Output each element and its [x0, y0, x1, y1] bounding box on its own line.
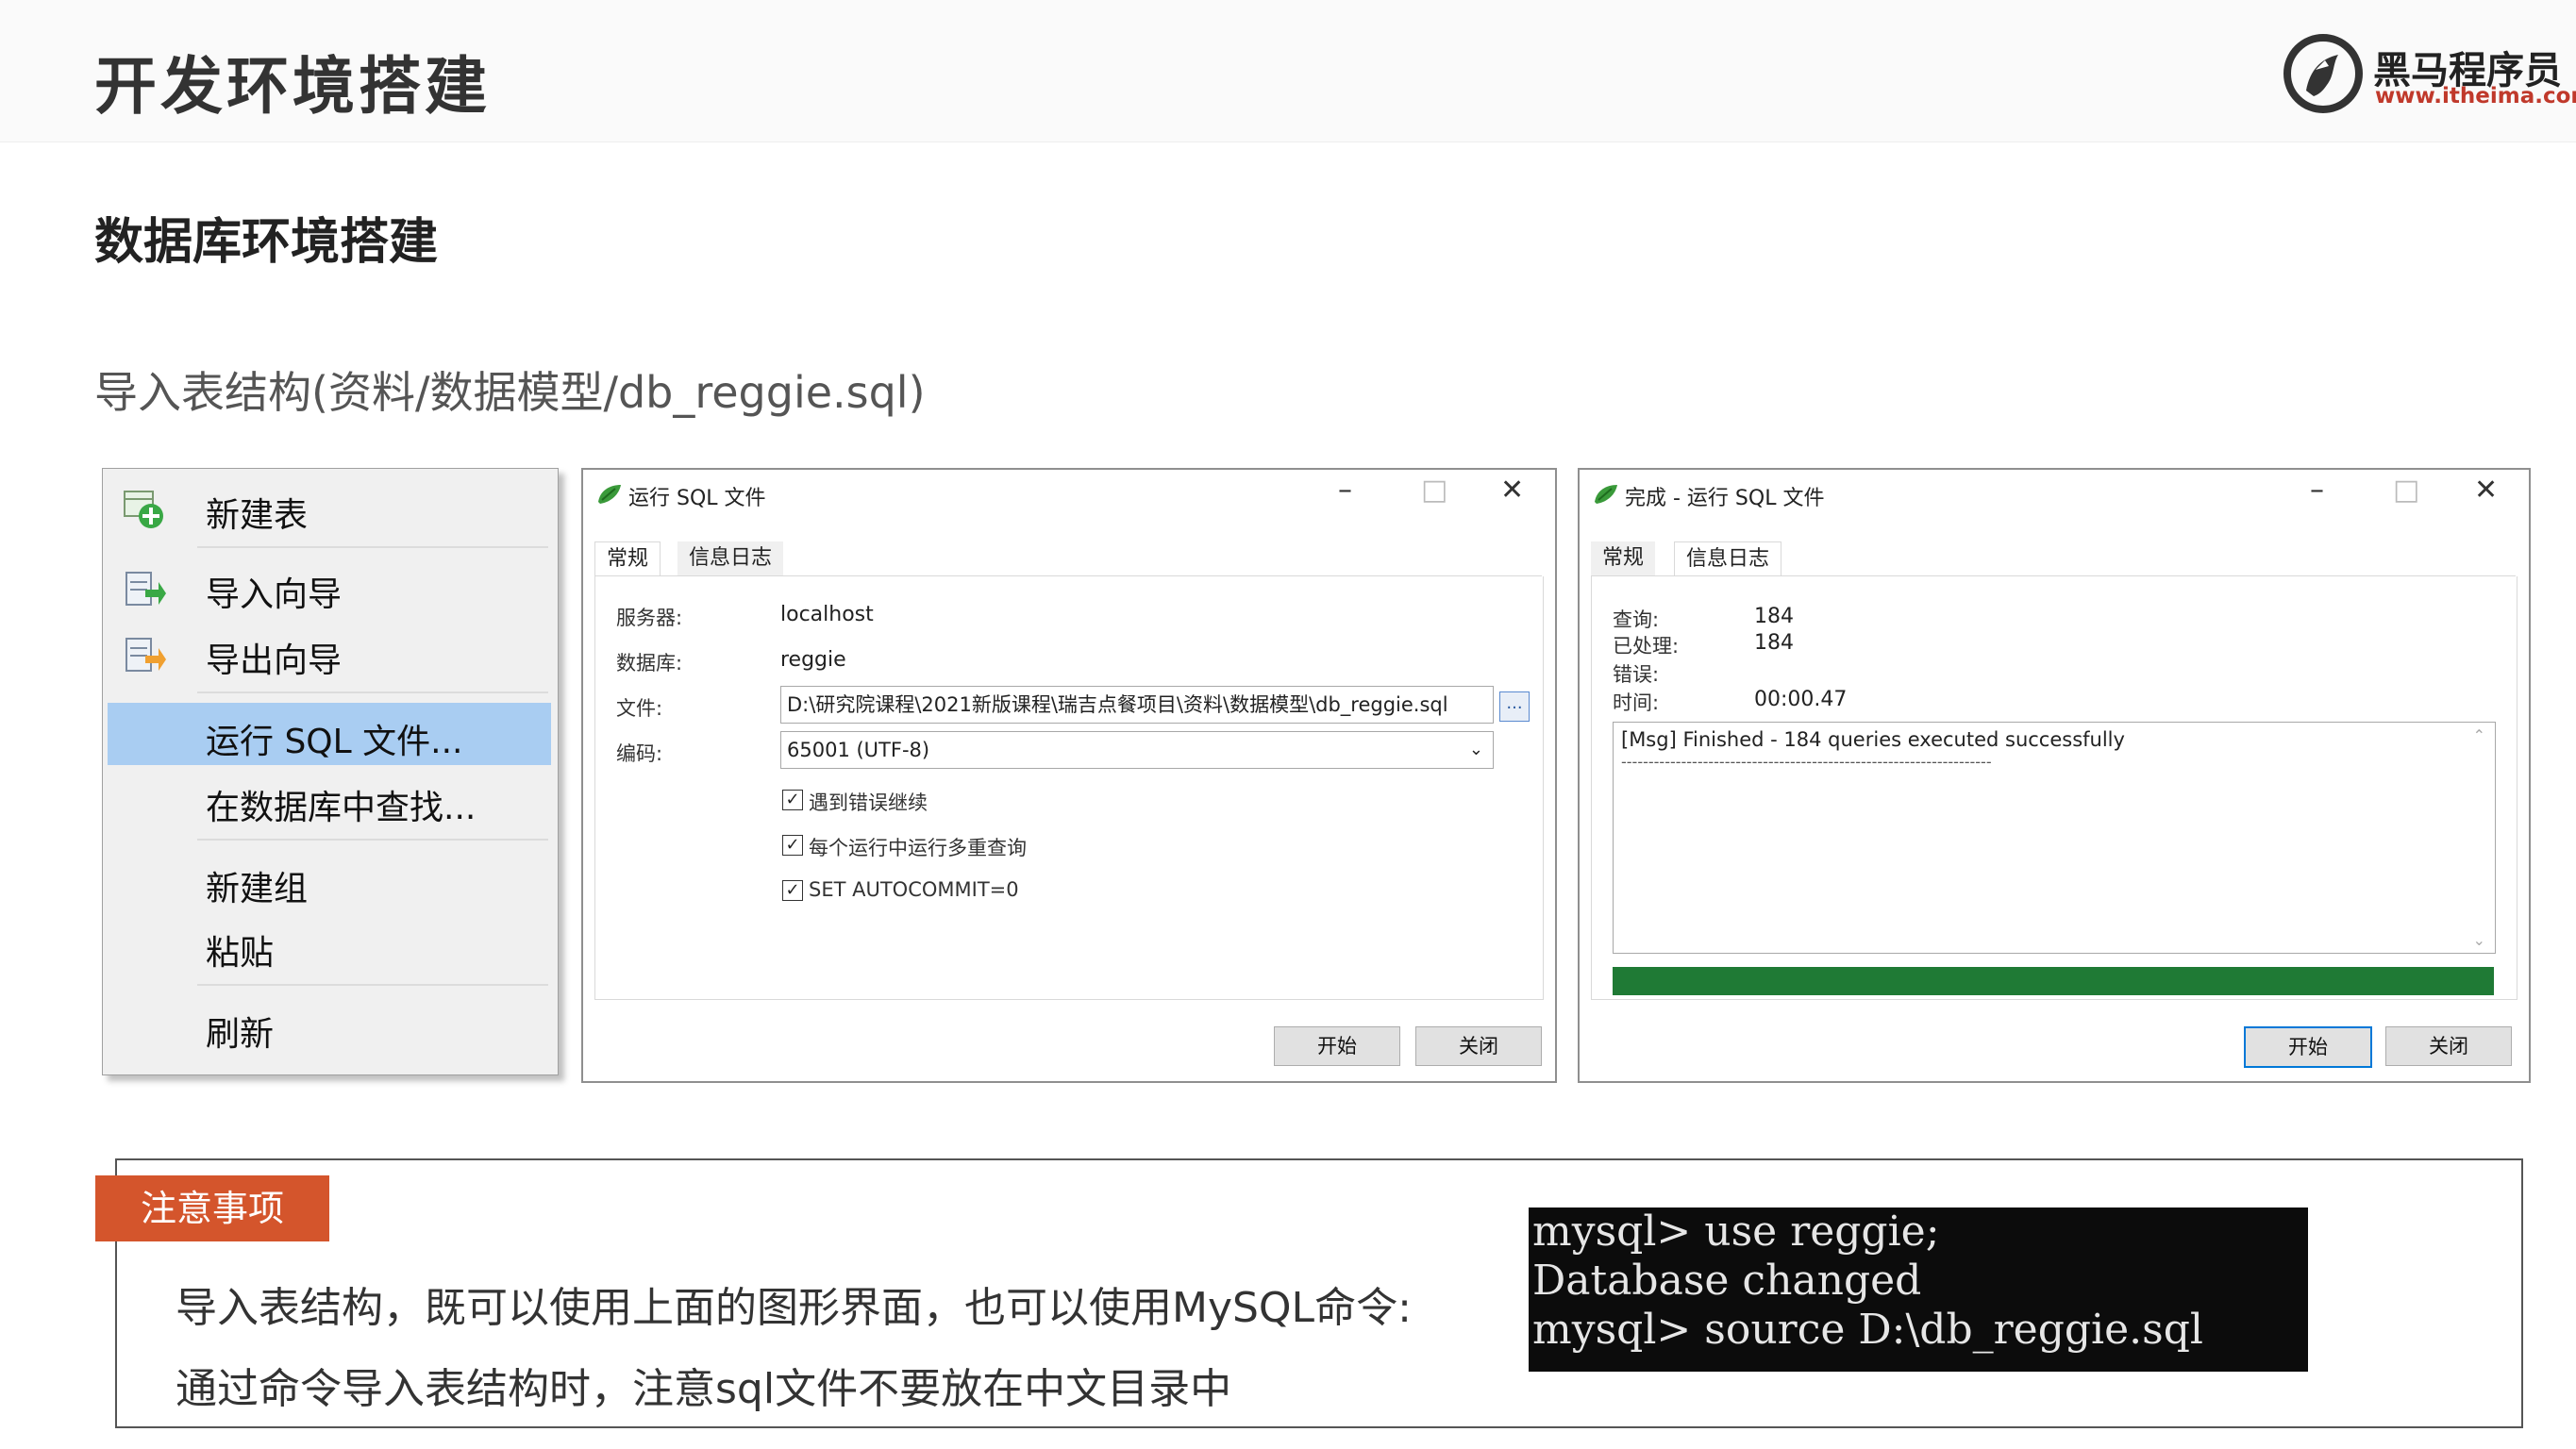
autocommit-checkbox[interactable]: ✓ [782, 880, 803, 901]
log-line: [Msg] Finished - 184 queries executed su… [1621, 728, 2125, 751]
context-menu: 新建表 导入向导 导出向导 运行 SQL 文件... 在数据库中查找... 新建… [102, 468, 559, 1075]
menu-item-label: 导出向导 [206, 641, 343, 680]
menu-separator [197, 984, 548, 986]
tab-general[interactable]: 常规 [1591, 541, 1656, 577]
general-panel: 服务器: localhost 数据库: reggie 文件: D:\研究院课程\… [594, 576, 1544, 1000]
encoding-value: 65001 (UTF-8) [787, 739, 930, 761]
menu-item-label: 新建表 [206, 496, 309, 535]
terminal-line: Database changed [1532, 1257, 1922, 1305]
maximize-icon[interactable]: □ [2393, 474, 2419, 507]
menu-item-import-wizard[interactable]: 导入向导 [108, 556, 551, 618]
table-add-icon [124, 491, 163, 528]
close-icon[interactable]: ✕ [2474, 474, 2498, 507]
menu-item-refresh[interactable]: 刷新 [108, 995, 551, 1058]
log-output[interactable]: [Msg] Finished - 184 queries executed su… [1613, 722, 2496, 954]
query-value: 184 [1754, 605, 1794, 628]
server-value: localhost [780, 603, 874, 626]
logo-url: www.itheima.com [2375, 84, 2576, 108]
export-wizard-icon [125, 638, 166, 672]
info-log-panel: 查询: 184 已处理: 184 错误: 时间: 00:00.47 [Msg] … [1591, 576, 2517, 1000]
log-separator: ----------------------------------------… [1621, 753, 1992, 771]
subtitle: 导入表结构(资料/数据模型/db_reggie.sql) [94, 367, 926, 418]
start-button[interactable]: 开始 [1274, 1026, 1400, 1066]
dialog-title: 完成 - 运行 SQL 文件 [1625, 487, 1825, 510]
menu-separator [197, 546, 548, 548]
server-label: 服务器: [616, 607, 683, 629]
menu-item-paste[interactable]: 粘贴 [108, 914, 551, 976]
encoding-label: 编码: [616, 742, 663, 765]
menu-separator [197, 691, 548, 693]
minimize-icon[interactable]: – [1338, 474, 1352, 507]
tab-info-log[interactable]: 信息日志 [1674, 541, 1782, 578]
continue-on-error-label: 遇到错误继续 [809, 791, 928, 814]
tab-general[interactable]: 常规 [594, 541, 661, 578]
navicat-leaf-icon [598, 485, 621, 504]
menu-item-label: 新建组 [206, 870, 309, 908]
file-path-field[interactable]: D:\研究院课程\2021新版课程\瑞吉点餐项目\资料\数据模型\db_regg… [780, 686, 1494, 724]
continue-on-error-checkbox[interactable]: ✓ [782, 790, 803, 810]
note-line-1: 导入表结构，既可以使用上面的图形界面，也可以使用MySQL命令: [176, 1284, 1412, 1332]
error-label: 错误: [1613, 663, 1660, 686]
close-button[interactable]: 关闭 [1415, 1026, 1542, 1066]
encoding-select[interactable]: 65001 (UTF-8) ⌄ [780, 731, 1494, 769]
minimize-icon[interactable]: – [2310, 474, 2324, 507]
menu-item-run-sql-file[interactable]: 运行 SQL 文件... [108, 703, 551, 765]
progress-fill [1613, 967, 2494, 995]
time-value: 00:00.47 [1754, 688, 1848, 711]
menu-item-label: 刷新 [206, 1015, 275, 1054]
multi-query-checkbox[interactable]: ✓ [782, 835, 803, 856]
menu-item-find-in-database[interactable]: 在数据库中查找... [108, 769, 551, 831]
menu-item-label: 在数据库中查找... [206, 789, 477, 827]
close-icon[interactable]: ✕ [1500, 474, 1524, 507]
dialog-title: 运行 SQL 文件 [628, 487, 766, 510]
section-title: 数据库环境搭建 [94, 214, 439, 271]
menu-item-export-wizard[interactable]: 导出向导 [108, 622, 551, 684]
page-title: 开发环境搭建 [94, 50, 491, 123]
maximize-icon[interactable]: □ [1421, 474, 1447, 507]
autocommit-label: SET AUTOCOMMIT=0 [809, 878, 1019, 901]
terminal-line: mysql> source D:\db_reggie.sql [1532, 1306, 2203, 1354]
menu-item-new-table[interactable]: 新建表 [108, 476, 551, 539]
close-button[interactable]: 关闭 [2385, 1026, 2512, 1066]
database-label: 数据库: [616, 652, 683, 675]
menu-separator [197, 839, 548, 841]
tab-info-log[interactable]: 信息日志 [677, 541, 784, 577]
scroll-up-icon[interactable]: ⌃ [2473, 726, 2485, 744]
run-sql-dialog: 运行 SQL 文件 – □ ✕ 常规 信息日志 服务器: localhost 数… [581, 468, 1557, 1083]
import-wizard-icon [125, 572, 166, 606]
scroll-down-icon[interactable]: ⌄ [2473, 931, 2485, 949]
query-label: 查询: [1613, 608, 1660, 631]
horse-logo-icon [2283, 34, 2363, 113]
note-line-2: 通过命令导入表结构时，注意sql文件不要放在中文目录中 [176, 1365, 1232, 1413]
menu-item-label: 运行 SQL 文件... [206, 723, 463, 761]
processed-label: 已处理: [1613, 635, 1680, 658]
start-button[interactable]: 开始 [2244, 1026, 2372, 1068]
note-tag: 注意事项 [95, 1175, 329, 1241]
done-run-sql-dialog: 完成 - 运行 SQL 文件 – □ ✕ 常规 信息日志 查询: 184 已处理… [1578, 468, 2531, 1083]
menu-item-new-group[interactable]: 新建组 [108, 850, 551, 912]
terminal-line: mysql> use reggie; [1532, 1208, 1940, 1256]
terminal-window: mysql> use reggie; Database changed mysq… [1529, 1208, 2308, 1372]
menu-item-label: 粘贴 [206, 934, 275, 973]
progress-bar [1613, 967, 2494, 995]
navicat-leaf-icon [1595, 485, 1617, 504]
multi-query-label: 每个运行中运行多重查询 [809, 837, 1027, 859]
time-label: 时间: [1613, 691, 1660, 714]
chevron-down-icon: ⌄ [1468, 740, 1483, 759]
file-label: 文件: [616, 697, 663, 720]
menu-item-label: 导入向导 [206, 575, 343, 614]
database-value: reggie [780, 648, 846, 672]
browse-file-button[interactable]: ... [1499, 691, 1530, 722]
processed-value: 184 [1754, 631, 1794, 655]
